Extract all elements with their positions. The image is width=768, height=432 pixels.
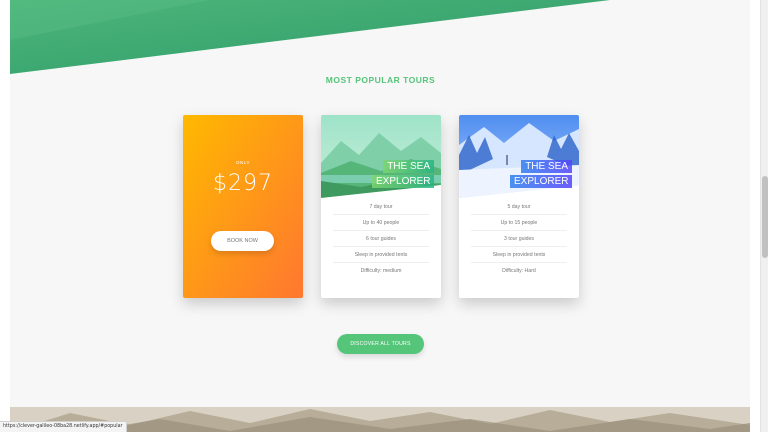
tour-detail-item: 7 day tour [333, 199, 429, 215]
status-bar-url: https://clever-galileo-08ba28.netlify.ap… [0, 421, 127, 432]
section-title: MOST POPULAR TOURS [325, 75, 436, 85]
price-value: $297 [213, 171, 273, 196]
tour-detail-item: Difficulty: medium [360, 268, 402, 274]
tour-details-list: 7 day tour Up to 40 people 6 tour guides… [333, 199, 429, 279]
tour-card[interactable]: THE SEA EXPLORER 7 day tour Up to 40 peop… [321, 115, 441, 298]
tour-detail-item: 3 tour guides [471, 231, 567, 247]
tour-detail-item: 6 tour guides [333, 231, 429, 247]
page-gutter-right [750, 0, 760, 432]
tour-detail-item: Up to 15 people [471, 215, 567, 231]
price-card: ONLY $297 BOOK NOW [183, 115, 303, 298]
tour-card-title: THE SEA EXPLORER [510, 159, 573, 189]
tour-detail-item: Sleep in provided tents [471, 247, 567, 263]
discover-all-tours-button[interactable]: DISCOVER ALL TOURS [337, 334, 424, 354]
tour-card[interactable]: THE SEA EXPLORER 5 day tour Up to 15 peop… [459, 115, 579, 298]
book-now-button[interactable]: BOOK NOW [211, 231, 274, 251]
hero-banner [10, 0, 750, 76]
price-only-label: ONLY [236, 160, 250, 165]
tour-detail-item: 5 day tour [471, 199, 567, 215]
tour-detail-item: Difficulty: Hard [502, 268, 536, 274]
tour-details-list: 5 day tour Up to 15 people 3 tour guides… [471, 199, 567, 279]
page-gutter-left [0, 0, 10, 432]
tour-card-title: THE SEA EXPLORER [372, 159, 435, 189]
tour-detail-item: Sleep in provided tents [333, 247, 429, 263]
tour-detail-item: Up to 40 people [333, 215, 429, 231]
scrollbar-thumb[interactable] [762, 176, 768, 258]
vertical-scrollbar[interactable] [760, 0, 768, 432]
